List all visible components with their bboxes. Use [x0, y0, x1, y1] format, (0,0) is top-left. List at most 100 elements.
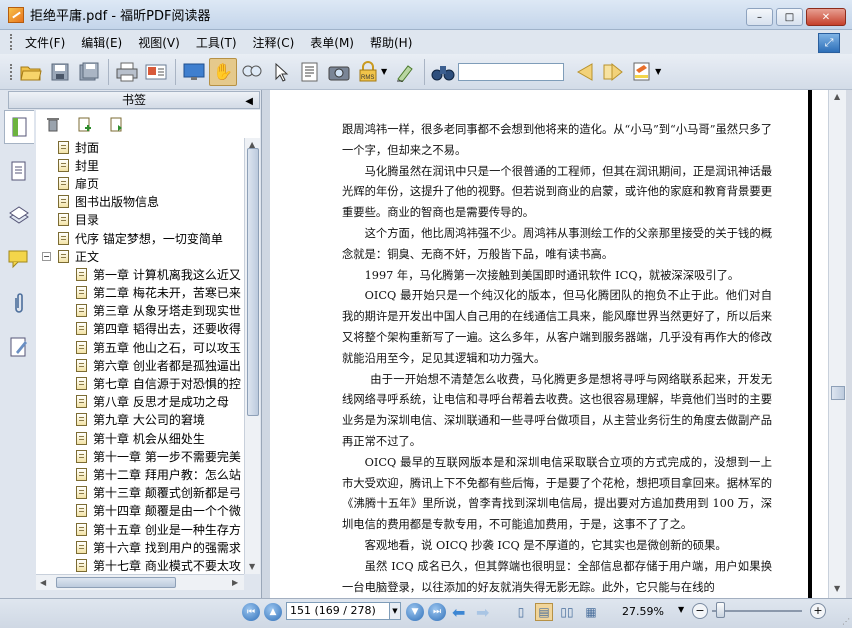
tab-signatures[interactable] [4, 330, 34, 364]
sidebar-splitter[interactable] [262, 90, 270, 598]
last-page-icon[interactable]: ⏭ [428, 603, 446, 621]
bookmark-scroll-thumb[interactable] [247, 148, 259, 416]
scroll-down-icon[interactable]: ▼ [834, 584, 840, 593]
text-select-icon[interactable] [296, 58, 324, 86]
tab-pages[interactable] [4, 154, 34, 188]
menu-file[interactable]: 文件(F) [17, 34, 73, 51]
bookmark-item[interactable]: 第十章 机会从细处生 [36, 429, 244, 447]
email-icon[interactable] [142, 58, 170, 86]
binoculars-icon[interactable] [429, 58, 457, 86]
resize-grip-icon[interactable]: ⋰ [842, 617, 850, 626]
bookmark-item[interactable]: 第八章 反思才是成功之母 [36, 393, 244, 411]
menu-forms[interactable]: 表单(M) [302, 34, 362, 51]
menu-help[interactable]: 帮助(H) [362, 34, 420, 51]
select-arrow-icon[interactable] [267, 58, 295, 86]
tab-comments[interactable] [4, 242, 34, 276]
open-folder-icon[interactable] [17, 58, 45, 86]
search-input[interactable] [458, 62, 565, 81]
save-all-icon[interactable] [75, 58, 103, 86]
prev-result-icon[interactable] [570, 58, 598, 86]
tab-layers[interactable] [4, 198, 34, 232]
zoom-in-icon[interactable]: + [810, 603, 826, 619]
bookmark-item[interactable]: 代序 锚定梦想，一切变简单 [36, 229, 244, 247]
bookmark-item[interactable]: 扉页 [36, 174, 244, 192]
back-arrow-icon[interactable]: ⬅ [452, 603, 465, 622]
bookmark-item[interactable]: 第十五章 创业是一种生存方 [36, 520, 244, 538]
menu-grip[interactable] [10, 34, 13, 50]
bookmark-item[interactable]: 第六章 创业者都是孤独逼出 [36, 356, 244, 374]
bookmark-vertical-scrollbar[interactable]: ▲ ▼ [244, 138, 260, 574]
highlight-icon[interactable] [628, 58, 656, 86]
menu-comments[interactable]: 注释(C) [245, 34, 303, 51]
minimize-button[interactable]: – [746, 8, 773, 26]
bookmark-item[interactable]: 第三章 从象牙塔走到现实世 [36, 302, 244, 320]
restore-layout-icon[interactable]: ⤢ [818, 33, 840, 53]
next-page-icon[interactable]: ▼ [406, 603, 424, 621]
document-scroll-thumb[interactable] [831, 386, 845, 400]
zoom-dropdown-icon[interactable]: ▼ [678, 605, 684, 614]
bookmark-item[interactable]: − 正文 [36, 247, 244, 265]
menu-view[interactable]: 视图(V) [130, 34, 188, 51]
bookmark-hscroll-thumb[interactable] [56, 577, 176, 588]
bookmark-horizontal-scrollbar[interactable]: ◀ ▶ [36, 574, 244, 590]
scroll-left-icon[interactable]: ◀ [40, 578, 46, 587]
menu-edit[interactable]: 编辑(E) [73, 34, 130, 51]
zoom-loupe-icon[interactable] [238, 58, 266, 86]
chevron-down-icon[interactable]: ▼ [381, 67, 387, 76]
forward-arrow-icon[interactable]: ➡ [476, 603, 489, 622]
bookmark-item[interactable]: 第十四章 颠覆是由一个个微 [36, 502, 244, 520]
bookmark-item[interactable]: 第四章 韬得出去，还要收得 [36, 320, 244, 338]
first-page-icon[interactable]: ⏮ [242, 603, 260, 621]
bookmark-item[interactable]: 第十七章 商业模式不要太攻 [36, 556, 244, 574]
bookmark-item[interactable]: 封面 [36, 138, 244, 156]
bookmark-item[interactable]: 第十一章 第一步不需要完美 [36, 447, 244, 465]
typewriter-icon[interactable] [391, 58, 419, 86]
scroll-right-icon[interactable]: ▶ [232, 578, 238, 587]
print-icon[interactable] [113, 58, 141, 86]
close-button[interactable]: ✕ [806, 8, 846, 26]
continuous-view-icon[interactable]: ▤ [535, 603, 553, 621]
chevron-down-icon[interactable]: ▼ [655, 67, 661, 76]
previous-page-icon[interactable]: ▲ [264, 603, 282, 621]
bookmark-item[interactable]: 封里 [36, 156, 244, 174]
document-vertical-scrollbar[interactable]: ▲ ▼ [828, 90, 846, 598]
facing-view-icon[interactable]: ▯▯ [558, 603, 576, 621]
continuous-facing-view-icon[interactable]: ▦ [582, 603, 600, 621]
rms-lock-icon[interactable]: RMS [354, 58, 382, 86]
scroll-up-icon[interactable]: ▲ [834, 92, 840, 101]
toolbar-grip[interactable] [10, 63, 13, 80]
page-number-field[interactable]: 151 (169 / 278) [286, 602, 390, 620]
next-result-icon[interactable] [599, 58, 627, 86]
bookmark-item[interactable]: 第五章 他山之石，可以攻玉 [36, 338, 244, 356]
collapse-sidebar-icon[interactable]: ◀ [245, 94, 253, 110]
zoom-slider[interactable] [712, 610, 802, 612]
single-page-view-icon[interactable]: ▯ [512, 603, 530, 621]
zoom-out-icon[interactable]: − [692, 603, 708, 619]
document-view[interactable]: 跟周鸿祎一样，很多老同事都不会想到他将来的造化。从“小马”到“小马哥”虽然只多了… [270, 90, 828, 598]
delete-bookmark-icon[interactable] [42, 114, 64, 134]
collapse-node-icon[interactable]: − [42, 251, 51, 261]
tab-bookmarks[interactable] [4, 110, 34, 144]
save-icon[interactable] [46, 58, 74, 86]
bookmark-item[interactable]: 第二章 梅花未开，苦寒已来 [36, 284, 244, 302]
bookmark-item[interactable]: 图书出版物信息 [36, 193, 244, 211]
add-child-bookmark-icon[interactable] [106, 114, 128, 134]
bookmark-item[interactable]: 第一章 计算机离我这么近又 [36, 265, 244, 283]
bookmark-item[interactable]: 第七章 自信源于对恐惧的控 [36, 374, 244, 392]
bookmark-item[interactable]: 第十六章 找到用户的强需求 [36, 538, 244, 556]
bookmark-item[interactable]: 第九章 大公司的窘境 [36, 411, 244, 429]
bookmark-item[interactable]: 第十三章 颠覆式创新都是弓 [36, 484, 244, 502]
fullscreen-icon[interactable] [180, 58, 208, 86]
bookmark-item[interactable]: 目录 [36, 211, 244, 229]
scroll-down-icon[interactable]: ▼ [249, 562, 255, 571]
zoom-level[interactable]: 27.59% [622, 605, 664, 618]
snapshot-icon[interactable] [325, 58, 353, 86]
tab-attachments[interactable] [4, 286, 34, 320]
add-bookmark-icon[interactable] [74, 114, 96, 134]
bookmark-item[interactable]: 第十二章 拜用户教：怎么站 [36, 465, 244, 483]
menu-tools[interactable]: 工具(T) [188, 34, 245, 51]
zoom-slider-thumb[interactable] [716, 602, 725, 618]
page-dropdown-icon[interactable]: ▼ [389, 602, 401, 620]
hand-tool-icon[interactable]: ✋ [209, 57, 237, 86]
maximize-button[interactable]: □ [776, 8, 803, 26]
